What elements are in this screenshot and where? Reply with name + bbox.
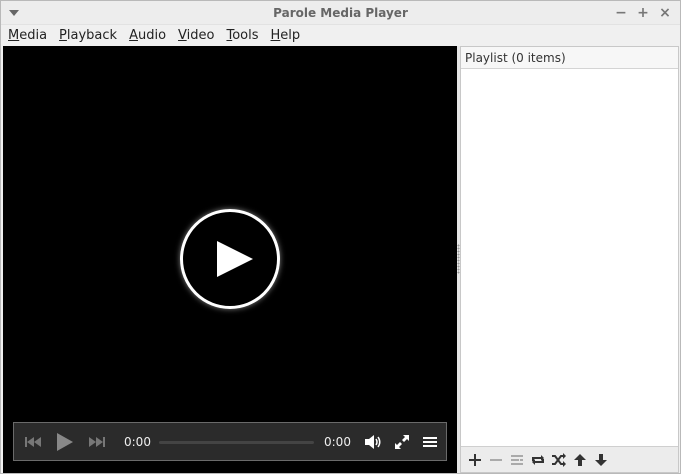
menu-audio[interactable]: Audio <box>128 27 167 44</box>
menu-video[interactable]: Video <box>177 27 215 44</box>
seek-bar[interactable] <box>159 441 314 444</box>
hamburger-menu-icon <box>423 437 437 447</box>
menu-help-mnemonic: H <box>270 27 281 43</box>
arrow-down-icon <box>595 453 607 466</box>
menu-tools-label: ools <box>232 27 259 43</box>
menu-help-label: elp <box>280 27 301 43</box>
volume-button[interactable] <box>362 432 384 452</box>
menu-media-mnemonic: M <box>8 27 20 43</box>
menu-help[interactable]: Help <box>270 27 302 44</box>
playlist-panel: Playlist (0 items) <box>460 46 679 473</box>
next-button[interactable] <box>86 432 108 452</box>
title-bar: Parole Media Player − + × <box>1 1 680 25</box>
volume-icon <box>365 435 381 449</box>
skip-previous-icon <box>25 437 41 447</box>
previous-button[interactable] <box>22 432 44 452</box>
playlist-toolbar <box>461 446 678 472</box>
menu-button[interactable] <box>419 432 441 452</box>
window-title: Parole Media Player <box>273 6 408 20</box>
playlist-header[interactable]: Playlist (0 items) <box>461 47 678 69</box>
main-window: Parole Media Player − + × Media Playback… <box>0 0 681 474</box>
menu-playback[interactable]: Playback <box>58 27 118 44</box>
big-play-button[interactable] <box>180 209 280 309</box>
menu-video-mnemonic: V <box>178 27 187 43</box>
close-button[interactable]: × <box>656 4 674 22</box>
move-up-button[interactable] <box>570 450 590 470</box>
minimize-button[interactable]: − <box>612 4 630 22</box>
clear-button[interactable] <box>507 450 527 470</box>
fullscreen-button[interactable] <box>391 432 413 452</box>
play-icon <box>57 433 73 451</box>
menu-audio-label: udio <box>137 27 167 43</box>
menu-playback-mnemonic: P <box>59 27 67 43</box>
shuffle-icon <box>552 452 566 467</box>
play-icon <box>217 241 253 277</box>
minus-icon <box>490 458 502 461</box>
repeat-button[interactable] <box>528 450 548 470</box>
plus-icon <box>469 453 481 466</box>
menu-video-label: ideo <box>186 27 215 43</box>
menu-media[interactable]: Media <box>7 27 48 44</box>
clear-list-icon <box>511 454 523 465</box>
add-button[interactable] <box>465 450 485 470</box>
move-down-button[interactable] <box>591 450 611 470</box>
remove-button[interactable] <box>486 450 506 470</box>
skip-next-icon <box>89 437 105 447</box>
menu-playback-label: layback <box>66 27 118 43</box>
playlist-list[interactable] <box>461 69 678 446</box>
shuffle-button[interactable] <box>549 450 569 470</box>
maximize-button[interactable]: + <box>634 4 652 22</box>
arrow-up-icon <box>574 453 586 466</box>
repeat-icon <box>532 454 544 465</box>
menu-audio-mnemonic: A <box>129 27 138 43</box>
menu-media-label: edia <box>19 27 48 43</box>
video-area[interactable]: 0:00 0:00 <box>3 46 457 473</box>
current-time: 0:00 <box>124 435 151 449</box>
fullscreen-icon <box>395 435 409 449</box>
menu-bar: Media Playback Audio Video Tools Help <box>1 25 680 45</box>
playback-controls: 0:00 0:00 <box>13 422 447 461</box>
play-button[interactable] <box>52 432 76 452</box>
menu-tools[interactable]: Tools <box>225 27 259 44</box>
total-time: 0:00 <box>324 435 351 449</box>
